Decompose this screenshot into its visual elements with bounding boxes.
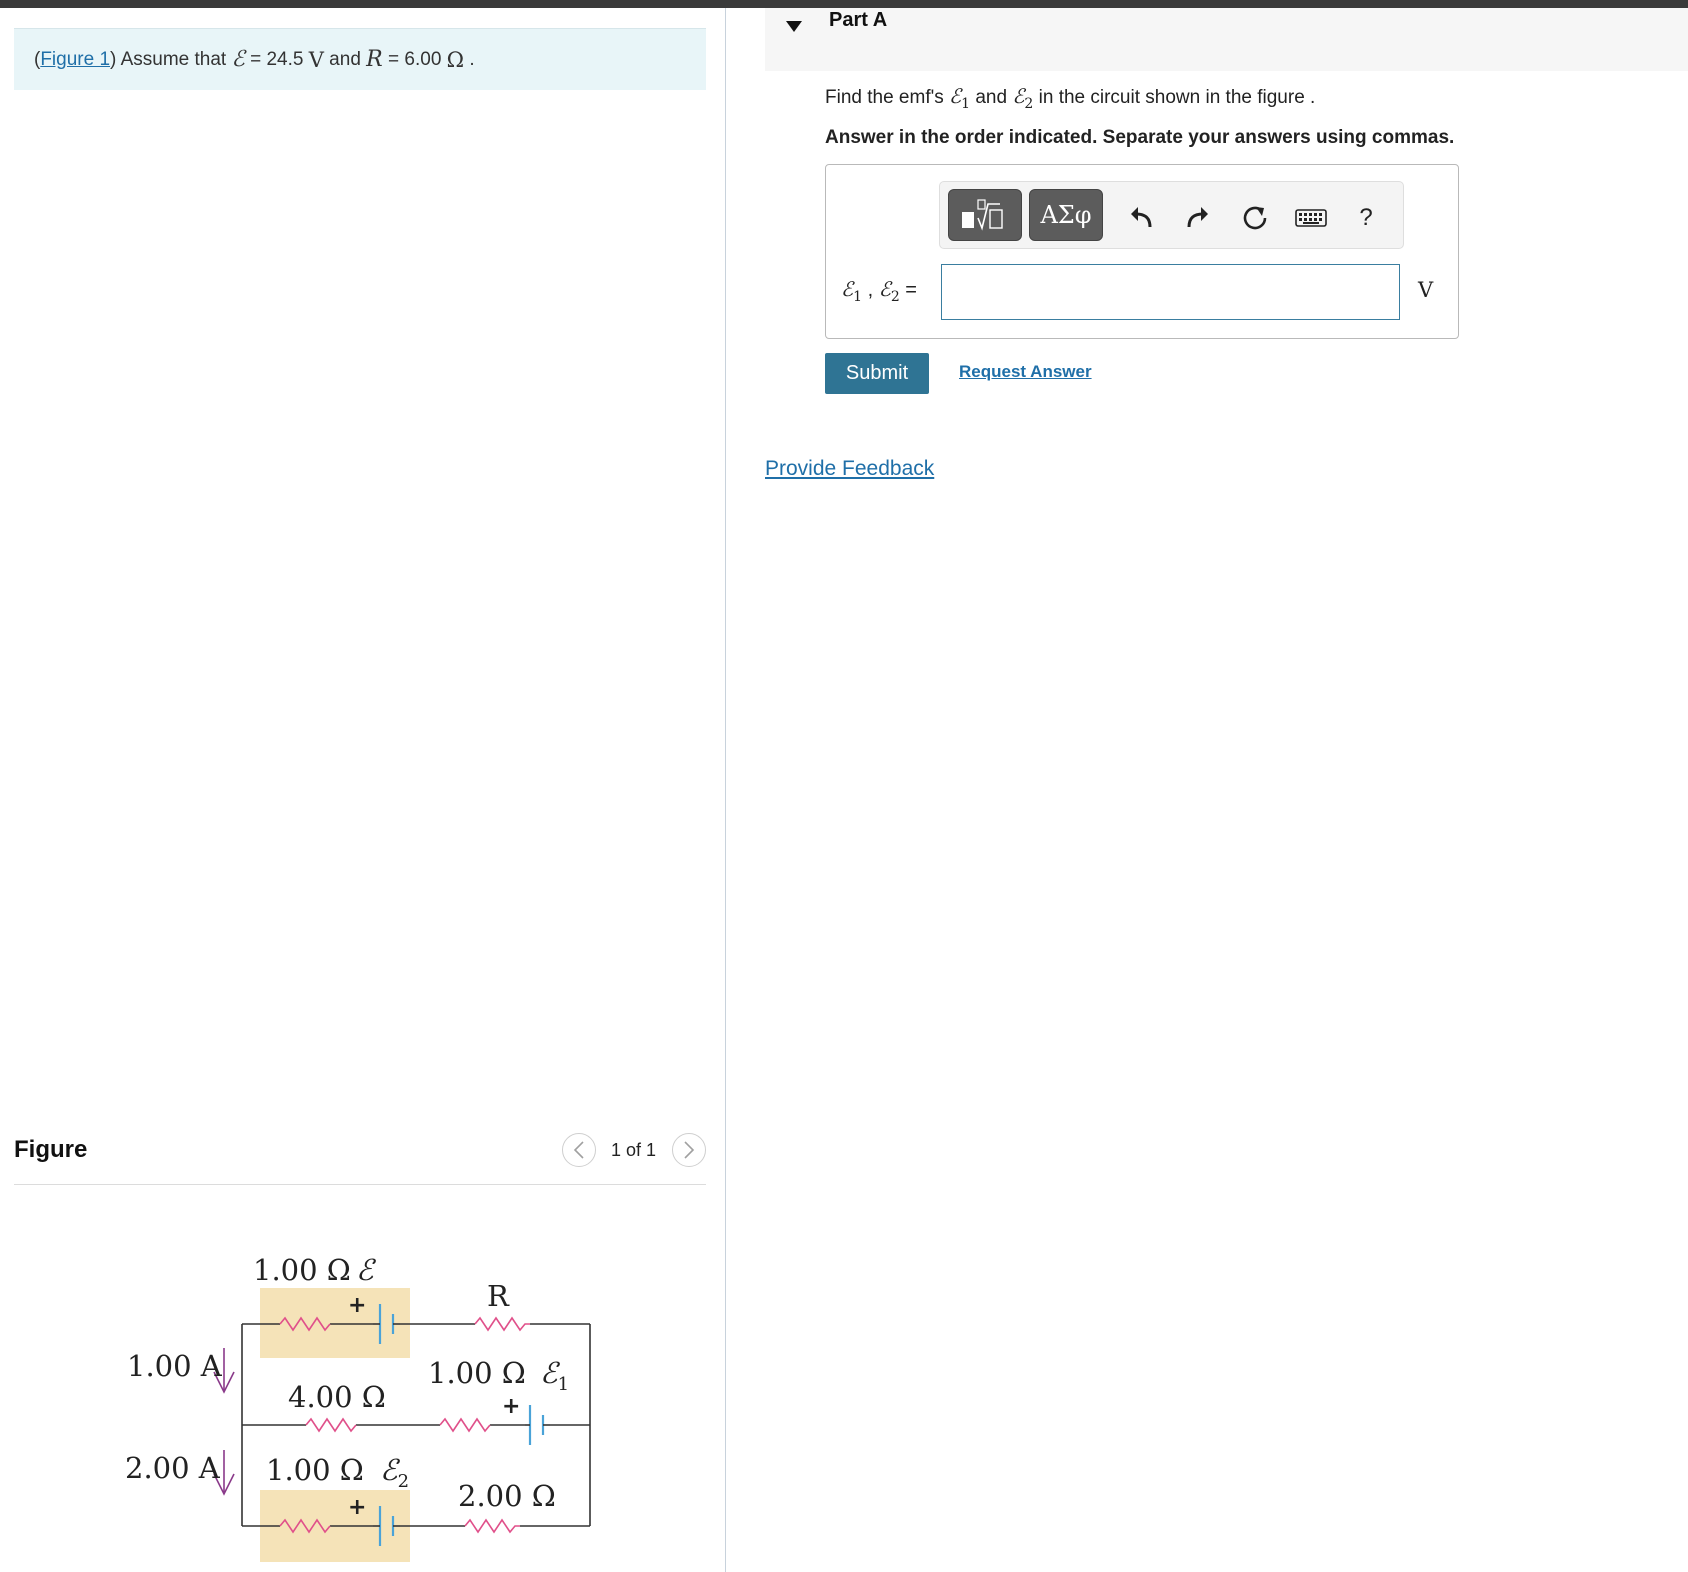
circuit-figure: + + + 1.00 Ω ℰ R 1.00 A 1.00 Ω ℰ1 4.00 Ω…: [125, 1253, 591, 1562]
next-figure-button[interactable]: [672, 1133, 706, 1167]
resistor-middle-right: [439, 1417, 491, 1433]
submit-button[interactable]: Submit: [825, 353, 929, 394]
request-answer-link[interactable]: Request Answer: [959, 362, 1092, 382]
figure-count: 1 of 1: [610, 1139, 656, 1160]
answer-unit: V: [1418, 278, 1434, 302]
label-bottom-left-resistor: 1.00 Ω: [266, 1453, 364, 1487]
label-middle-left-resistor: 4.00 Ω: [288, 1380, 386, 1414]
redo-button[interactable]: [1182, 202, 1214, 234]
part-title: Part A: [829, 9, 888, 31]
reset-button[interactable]: [1239, 202, 1271, 234]
figure-pager: 1 of 1: [561, 1133, 706, 1167]
figure-link[interactable]: Figure 1: [40, 49, 110, 71]
q-emf1: ℰ1: [949, 84, 971, 112]
ohm-unit: Ω: [446, 47, 465, 72]
resistor-middle-left: [305, 1417, 357, 1433]
intro-text: ) Assume that: [110, 48, 232, 70]
label-top-left-resistor: 1.00 Ω: [253, 1253, 351, 1287]
undo-icon: [1131, 207, 1152, 228]
undo-button[interactable]: [1125, 202, 1157, 234]
templates-button[interactable]: [948, 189, 1022, 241]
top-bar: [0, 0, 1688, 8]
emf-symbol: ℰ: [231, 47, 245, 72]
prev-figure-button[interactable]: [561, 1133, 596, 1167]
keyboard-icon: [1295, 209, 1327, 227]
chevron-left-icon: [573, 1141, 584, 1159]
volt-unit: V: [308, 47, 324, 72]
math-toolbar: ΑΣφ ?: [939, 181, 1404, 249]
problem-intro: ( Figure 1 ) Assume that ℰ = 24.5 V and …: [14, 28, 706, 90]
greek-symbols-button[interactable]: ΑΣφ: [1029, 189, 1103, 241]
provide-feedback-link[interactable]: Provide Feedback: [765, 457, 934, 481]
figure-title: Figure: [14, 1136, 88, 1163]
label-emf1: ℰ1: [540, 1356, 569, 1395]
intro-end: .: [464, 48, 475, 70]
plus-middle: +: [502, 1394, 520, 1419]
figure-header: Figure 1 of 1: [14, 1130, 706, 1185]
column-divider: [725, 8, 726, 1572]
resistor-r: [474, 1316, 530, 1332]
reset-icon: [1243, 206, 1267, 230]
resistor-bottom-right: [464, 1518, 520, 1534]
answer-label: ℰ1 , ℰ2 =: [841, 277, 917, 305]
label-bottom-right-resistor: 2.00 Ω: [458, 1479, 556, 1513]
label-middle-right-resistor: 1.00 Ω: [428, 1356, 526, 1390]
label-r: R: [487, 1279, 510, 1313]
part-a-header[interactable]: Part A: [765, 8, 1688, 71]
q-emf2: ℰ2: [1012, 84, 1034, 112]
battery-middle: [528, 1405, 545, 1445]
redo-icon: [1187, 207, 1208, 228]
chevron-right-icon: [684, 1141, 695, 1159]
r-value: = 6.00: [382, 48, 447, 70]
label-current-top: 1.00 A: [127, 1349, 223, 1383]
answer-input[interactable]: [941, 264, 1400, 320]
collapse-caret-icon[interactable]: [786, 21, 802, 32]
intro-and: and: [323, 48, 367, 70]
answer-instruction: Answer in the order indicated. Separate …: [825, 127, 1455, 148]
label-top-emf: ℰ: [356, 1253, 377, 1287]
templates-icon: [962, 199, 1003, 231]
label-current-bottom: 2.00 A: [125, 1451, 221, 1485]
emf-value: = 24.5: [244, 48, 309, 70]
help-button[interactable]: ?: [1350, 202, 1382, 234]
r-symbol: R: [366, 47, 383, 72]
plus-top: +: [348, 1293, 366, 1318]
question-text: Find the emf's ℰ1 and ℰ2 in the circuit …: [825, 84, 1316, 112]
answer-box: ΑΣφ ? ℰ1 , ℰ2 = V: [825, 164, 1459, 339]
keyboard-button[interactable]: [1295, 202, 1327, 234]
top-branch-highlight: [260, 1288, 410, 1358]
label-emf2: ℰ2: [380, 1453, 409, 1492]
plus-bottom: +: [348, 1495, 366, 1520]
